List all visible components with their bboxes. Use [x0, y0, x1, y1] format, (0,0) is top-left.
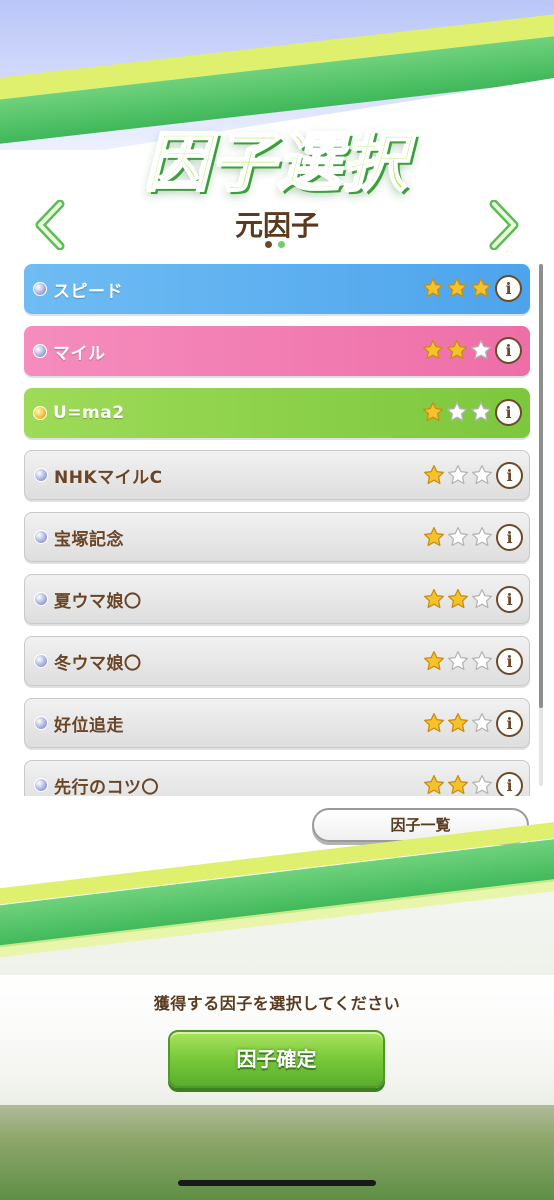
factor-gem-icon: [34, 654, 48, 668]
star-filled-icon: [424, 651, 444, 671]
star-rating: [422, 339, 492, 361]
factor-list[interactable]: スピード i マイル i U=ma2 i NHKマイルC i 宝塚記念 i 夏ウマ娘〇 i 冬ウマ娘〇 i…: [24, 262, 532, 796]
star-rating: [423, 588, 493, 610]
page-dot: [265, 241, 272, 248]
star-empty-icon: [472, 775, 492, 795]
factor-gem-icon: [33, 406, 47, 420]
star-filled-icon: [423, 340, 443, 360]
star-filled-icon: [448, 713, 468, 733]
star-empty-icon: [448, 651, 468, 671]
instruction-text: 獲得する因子を選択してください: [153, 994, 401, 1013]
star-empty-icon: [448, 465, 468, 485]
factor-gem-icon: [34, 468, 48, 482]
factor-name: 夏ウマ娘〇: [54, 591, 142, 612]
star-rating: [423, 712, 493, 734]
star-filled-icon: [424, 465, 444, 485]
star-filled-icon: [424, 713, 444, 733]
confirm-factor-button[interactable]: 因子確定: [168, 1030, 385, 1088]
factor-gem-icon: [34, 592, 48, 606]
star-empty-icon: [472, 589, 492, 609]
scrollbar-thumb[interactable]: [539, 264, 543, 708]
star-empty-icon: [471, 340, 491, 360]
star-rating: [422, 401, 492, 423]
star-filled-icon: [423, 402, 443, 422]
star-rating: [423, 774, 493, 796]
factor-row[interactable]: 宝塚記念 i: [24, 512, 530, 562]
factor-row[interactable]: スピード i: [24, 264, 530, 314]
factor-row[interactable]: 好位追走 i: [24, 698, 530, 748]
factor-name: スピード: [53, 281, 123, 302]
next-arrow-button[interactable]: [486, 200, 522, 250]
factor-gem-icon: [34, 530, 48, 544]
factor-row[interactable]: 冬ウマ娘〇 i: [24, 636, 530, 686]
factor-gem-icon: [33, 344, 47, 358]
factor-name: 宝塚記念: [54, 529, 124, 550]
factor-row[interactable]: マイル i: [24, 326, 530, 376]
star-filled-icon: [448, 589, 468, 609]
star-rating: [423, 526, 493, 548]
info-icon[interactable]: i: [496, 524, 523, 551]
info-icon[interactable]: i: [496, 710, 523, 737]
page-dot-active: [278, 241, 285, 248]
page-indicator: [265, 241, 285, 248]
factor-row[interactable]: 先行のコツ〇 i: [24, 760, 530, 796]
star-empty-icon: [472, 465, 492, 485]
factor-row[interactable]: U=ma2 i: [24, 388, 530, 438]
info-icon[interactable]: i: [495, 399, 522, 426]
star-filled-icon: [424, 775, 444, 795]
star-empty-icon: [472, 527, 492, 547]
section-title: 元因子: [234, 209, 319, 242]
factor-gem-icon: [34, 716, 48, 730]
chevron-right-icon: [489, 200, 519, 250]
star-filled-icon: [424, 589, 444, 609]
star-rating: [423, 464, 493, 486]
screen-title: 因子選択: [144, 126, 409, 202]
factor-name: 冬ウマ娘〇: [54, 653, 142, 674]
info-icon[interactable]: i: [496, 586, 523, 613]
info-icon[interactable]: i: [496, 462, 523, 489]
star-rating: [423, 650, 493, 672]
info-icon[interactable]: i: [496, 772, 523, 796]
info-icon[interactable]: i: [496, 648, 523, 675]
star-empty-icon: [472, 651, 492, 671]
info-icon[interactable]: i: [495, 275, 522, 302]
star-filled-icon: [471, 278, 491, 298]
star-filled-icon: [447, 278, 467, 298]
factor-name: 好位追走: [54, 715, 124, 736]
home-indicator[interactable]: [178, 1180, 376, 1186]
factor-name: NHKマイルC: [54, 467, 163, 488]
star-filled-icon: [423, 278, 443, 298]
star-empty-icon: [447, 402, 467, 422]
factor-row[interactable]: 夏ウマ娘〇 i: [24, 574, 530, 624]
factor-name: 先行のコツ〇: [54, 777, 159, 797]
star-filled-icon: [447, 340, 467, 360]
factor-row[interactable]: NHKマイルC i: [24, 450, 530, 500]
star-empty-icon: [448, 527, 468, 547]
factor-name: マイル: [53, 343, 106, 364]
factor-gem-icon: [34, 778, 48, 792]
star-rating: [422, 277, 492, 299]
star-filled-icon: [424, 527, 444, 547]
star-filled-icon: [448, 775, 468, 795]
star-empty-icon: [471, 402, 491, 422]
star-empty-icon: [472, 713, 492, 733]
factor-name: U=ma2: [53, 403, 125, 423]
factor-gem-icon: [33, 282, 47, 296]
info-icon[interactable]: i: [495, 337, 522, 364]
